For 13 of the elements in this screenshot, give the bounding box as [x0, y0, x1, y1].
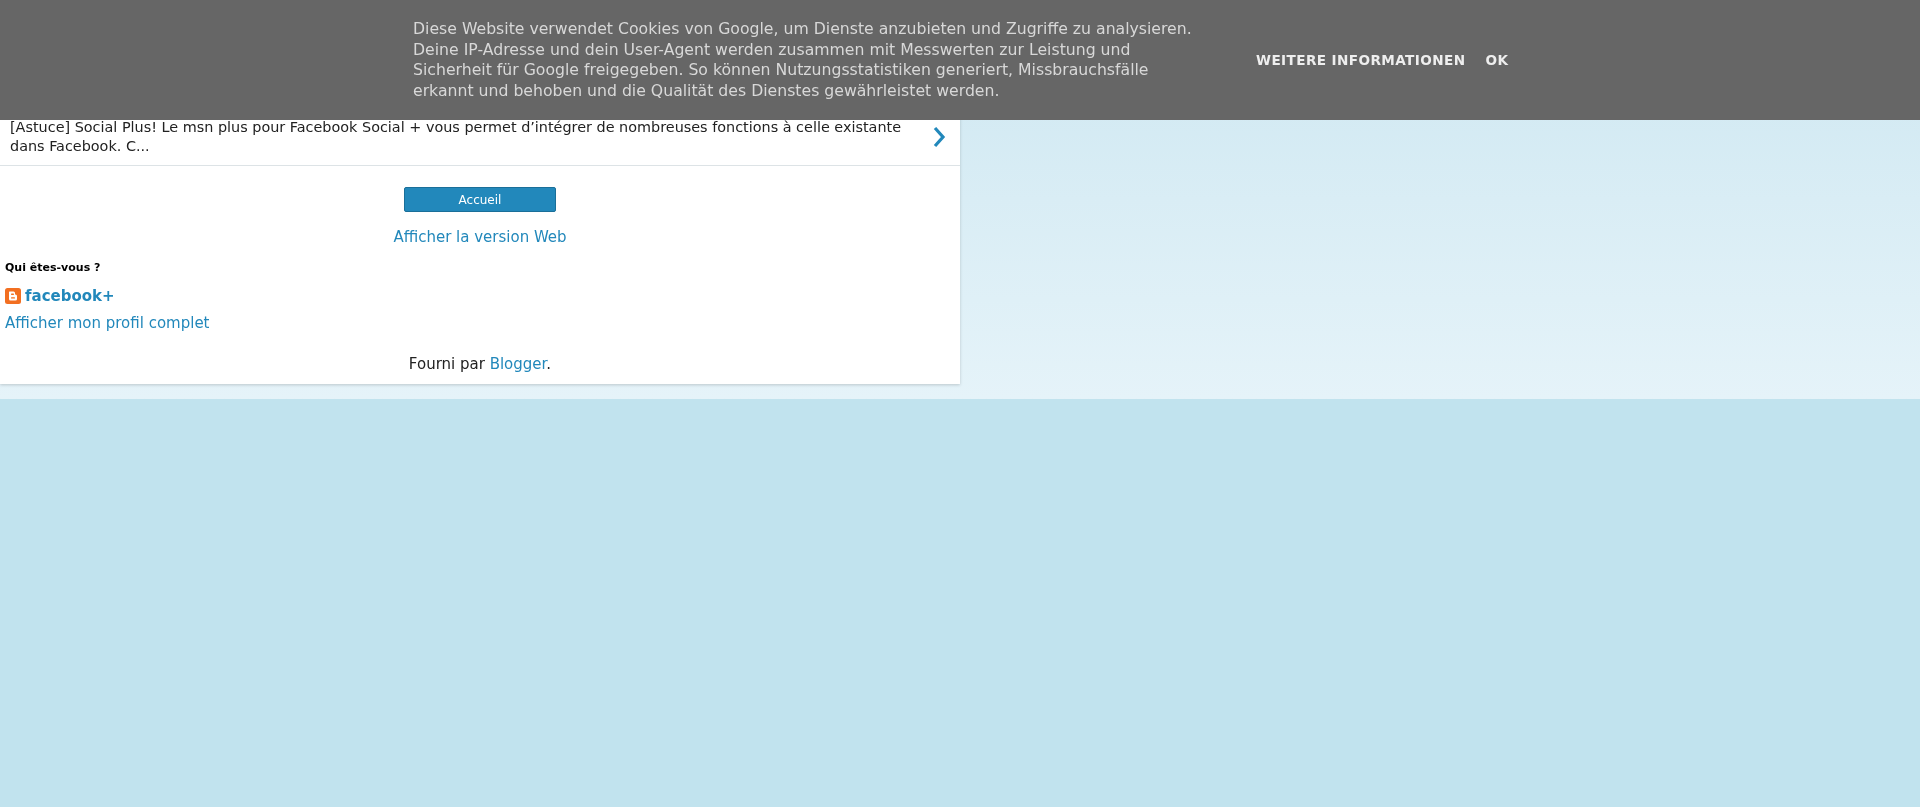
full-profile-link[interactable]: Afficher mon profil complet — [5, 313, 210, 333]
home-button[interactable]: Accueil — [404, 187, 556, 212]
cookie-banner-button[interactable]: OK — [1485, 52, 1509, 68]
web-version-link[interactable]: Afficher la version Web — [393, 227, 567, 247]
cookie-message: Diese Website verwendet Cookies von Google, um Dienste anzubieten und Zugriffe zu analysieren. Deine IP-Adresse und dein User-Agent werden zusammen mit Messwerten zur Leistung und Sicherheit für Google freigegeben. So können Nutzungsstatistiken generiert, Missbrauchsfälle erkannt und behoben und die Qualität des Dienstes gewährleistet werden. — [413, 19, 1193, 101]
blogger-icon — [5, 288, 21, 304]
blogger-link[interactable]: Blogger — [489, 355, 547, 373]
profile-name-link[interactable]: facebook+ — [25, 286, 115, 306]
post-snippet-text[interactable]: [Astuce] Social Plus! Le msn plus pour Facebook Social + vous permet d’intégrer de nombreuses fonctions à celle existante dans Facebook. C... — [10, 118, 920, 156]
profile-heading: Qui êtes-vous ? — [5, 261, 101, 275]
powered-by-text: Fourni par Blogger. — [408, 354, 552, 374]
chevron-right-icon[interactable] — [932, 126, 946, 148]
cookie-banner-button[interactable]: WEITERE INFORMATIONEN — [1256, 52, 1466, 68]
